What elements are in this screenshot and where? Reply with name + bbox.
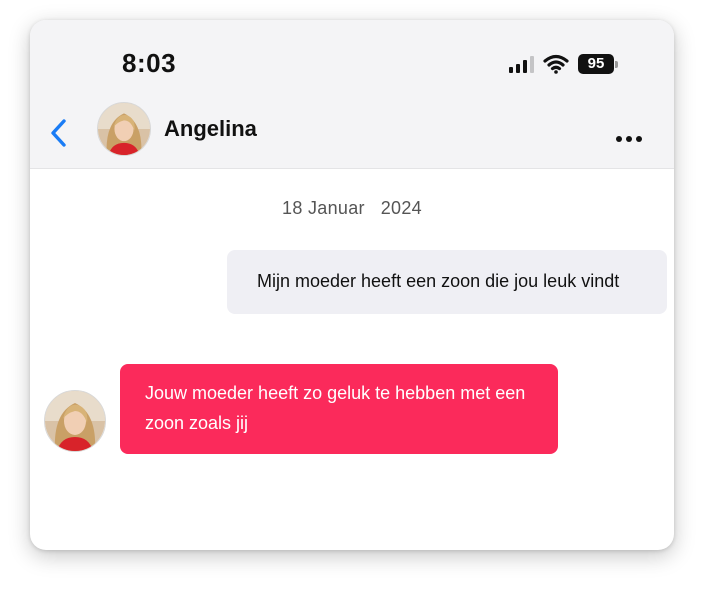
avatar-image — [45, 391, 105, 451]
chevron-left-icon[interactable] — [48, 116, 70, 150]
date-separator: 18 Januar 2024 — [282, 198, 422, 218]
status-icons: 95 — [509, 54, 618, 74]
incoming-message[interactable]: Jouw moeder heeft zo geluk te hebben met… — [120, 364, 558, 454]
wifi-icon — [543, 54, 569, 74]
avatar-image — [98, 103, 150, 155]
contact-avatar[interactable] — [97, 102, 151, 156]
top-bar: 8:03 95 Angelina — [30, 20, 674, 169]
battery-icon: 95 — [578, 54, 618, 74]
battery-level: 95 — [578, 54, 614, 74]
contact-name[interactable]: Angelina — [164, 116, 257, 142]
signal-icon — [509, 55, 534, 73]
sender-avatar[interactable] — [44, 390, 106, 452]
chat-window: 8:03 95 Angelina 18 Januar 2024 Mijn moe… — [30, 20, 674, 550]
status-time: 8:03 — [122, 48, 177, 78]
outgoing-message[interactable]: Mijn moeder heeft een zoon die jou leuk … — [227, 250, 667, 314]
ellipsis-icon[interactable] — [612, 132, 646, 146]
